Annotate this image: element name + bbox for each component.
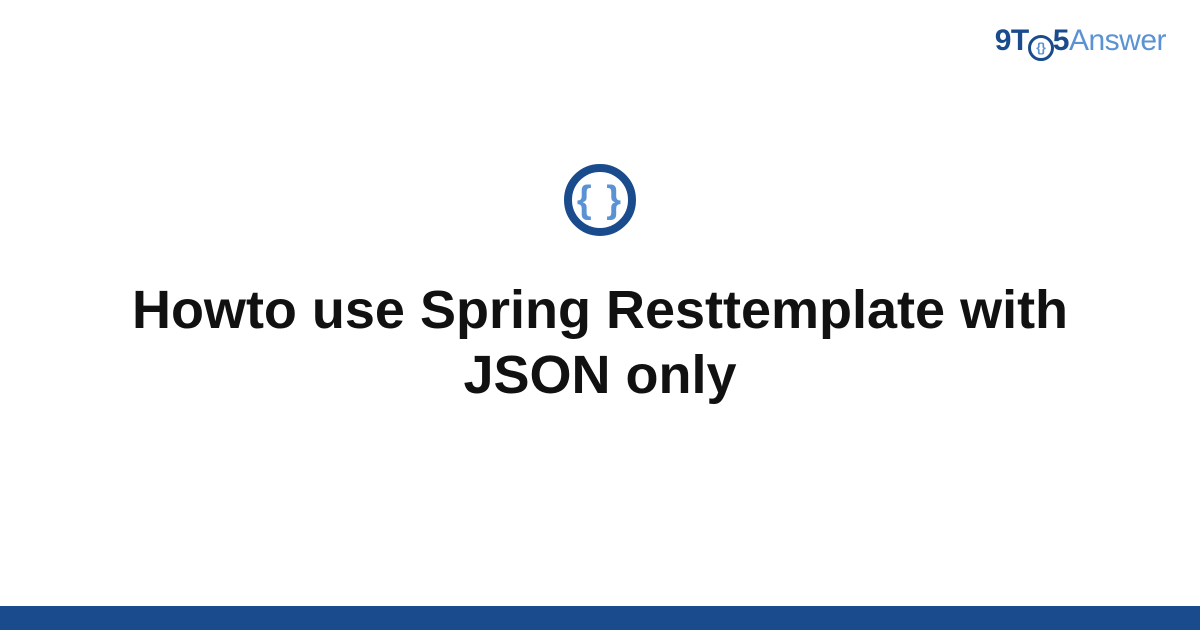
page-title: Howto use Spring Resttemplate with JSON … [0,278,1200,408]
logo-braces-circle-icon: {} [1028,35,1054,61]
logo-braces-glyph: {} [1036,40,1045,55]
logo-text-5: 5 [1053,24,1069,57]
logo-text-9t: 9T [995,24,1029,57]
braces-glyph: { } [577,181,623,219]
logo-text-answer: Answer [1069,24,1166,57]
json-braces-icon: { } [564,164,636,236]
main-content: { } Howto use Spring Resttemplate with J… [0,164,1200,408]
footer-bar [0,606,1200,630]
site-logo: 9T {} 5Answer [995,24,1166,61]
